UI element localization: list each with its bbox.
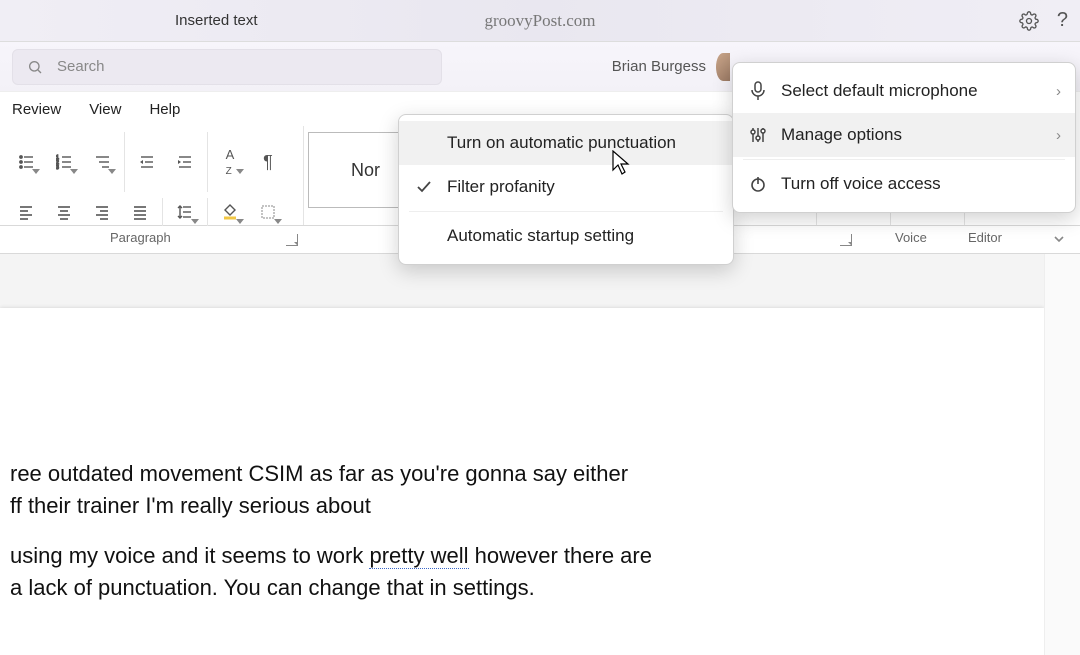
paragraph-launcher[interactable] xyxy=(286,234,298,246)
paragraph-2: using my voice and it seems to work pret… xyxy=(10,540,1014,604)
menu-filter-profanity[interactable]: Filter profanity xyxy=(399,165,733,209)
page[interactable]: ree outdated movement CSIM as far as you… xyxy=(0,308,1044,655)
line-spacing-button[interactable] xyxy=(169,198,201,226)
borders-button[interactable] xyxy=(252,198,284,226)
document-area: ree outdated movement CSIM as far as you… xyxy=(0,254,1044,655)
align-left-button[interactable] xyxy=(10,198,42,226)
show-marks-button[interactable]: ¶ xyxy=(252,148,284,176)
align-right-button[interactable] xyxy=(86,198,118,226)
tab-view[interactable]: View xyxy=(89,101,121,118)
styles-launcher[interactable] xyxy=(840,234,852,246)
menu-select-microphone[interactable]: Select default microphone › xyxy=(733,69,1075,113)
microphone-icon xyxy=(747,81,769,101)
justify-button[interactable] xyxy=(124,198,156,226)
title-bar: Inserted text groovyPost.com ? xyxy=(0,0,1080,42)
tab-review[interactable]: Review xyxy=(12,101,61,118)
vertical-scrollbar[interactable] xyxy=(1044,254,1080,655)
menu-auto-punctuation[interactable]: Turn on automatic punctuation xyxy=(399,121,733,165)
search-placeholder: Search xyxy=(57,58,105,75)
decrease-indent-button[interactable] xyxy=(131,148,163,176)
search-icon xyxy=(27,59,43,75)
paragraph-1: ree outdated movement CSIM as far as you… xyxy=(10,458,1014,522)
align-center-button[interactable] xyxy=(48,198,80,226)
gear-icon[interactable] xyxy=(1019,11,1039,31)
sort-button[interactable]: AZ xyxy=(214,148,246,176)
user-name: Brian Burgess xyxy=(612,58,706,75)
sliders-icon xyxy=(747,126,769,144)
numbering-button[interactable]: 123 xyxy=(48,148,80,176)
power-icon xyxy=(747,175,769,193)
collapse-ribbon-icon[interactable] xyxy=(1052,232,1066,246)
editor-label: Editor xyxy=(968,230,1002,245)
site-watermark: groovyPost.com xyxy=(485,11,596,31)
tab-help[interactable]: Help xyxy=(149,101,180,118)
style-name: Nor xyxy=(351,160,380,181)
svg-text:3: 3 xyxy=(56,165,59,170)
search-input[interactable]: Search xyxy=(12,49,442,85)
voice-label: Voice xyxy=(895,230,927,245)
increase-indent-button[interactable] xyxy=(169,148,201,176)
chevron-right-icon: › xyxy=(1056,83,1061,100)
avatar xyxy=(716,53,730,81)
menu-auto-startup[interactable]: Automatic startup setting xyxy=(399,214,733,258)
check-icon xyxy=(413,179,435,195)
bullets-button[interactable] xyxy=(10,148,42,176)
document-title: Inserted text xyxy=(175,12,258,29)
menu-manage-options[interactable]: Manage options › xyxy=(733,113,1075,157)
account-button[interactable]: Brian Burgess xyxy=(612,53,730,81)
paragraph-group: 123 AZ ¶ xyxy=(0,126,304,225)
chevron-right-icon: › xyxy=(1056,127,1061,144)
paragraph-label: Paragraph xyxy=(110,230,171,245)
shading-button[interactable] xyxy=(214,198,246,226)
menu-turn-off-voice[interactable]: Turn off voice access xyxy=(733,162,1075,206)
multilevel-list-button[interactable] xyxy=(86,148,118,176)
help-icon[interactable]: ? xyxy=(1057,9,1068,32)
voice-settings-submenu: Turn on automatic punctuation Filter pro… xyxy=(398,114,734,265)
voice-access-menu: Select default microphone › Manage optio… xyxy=(732,62,1076,213)
